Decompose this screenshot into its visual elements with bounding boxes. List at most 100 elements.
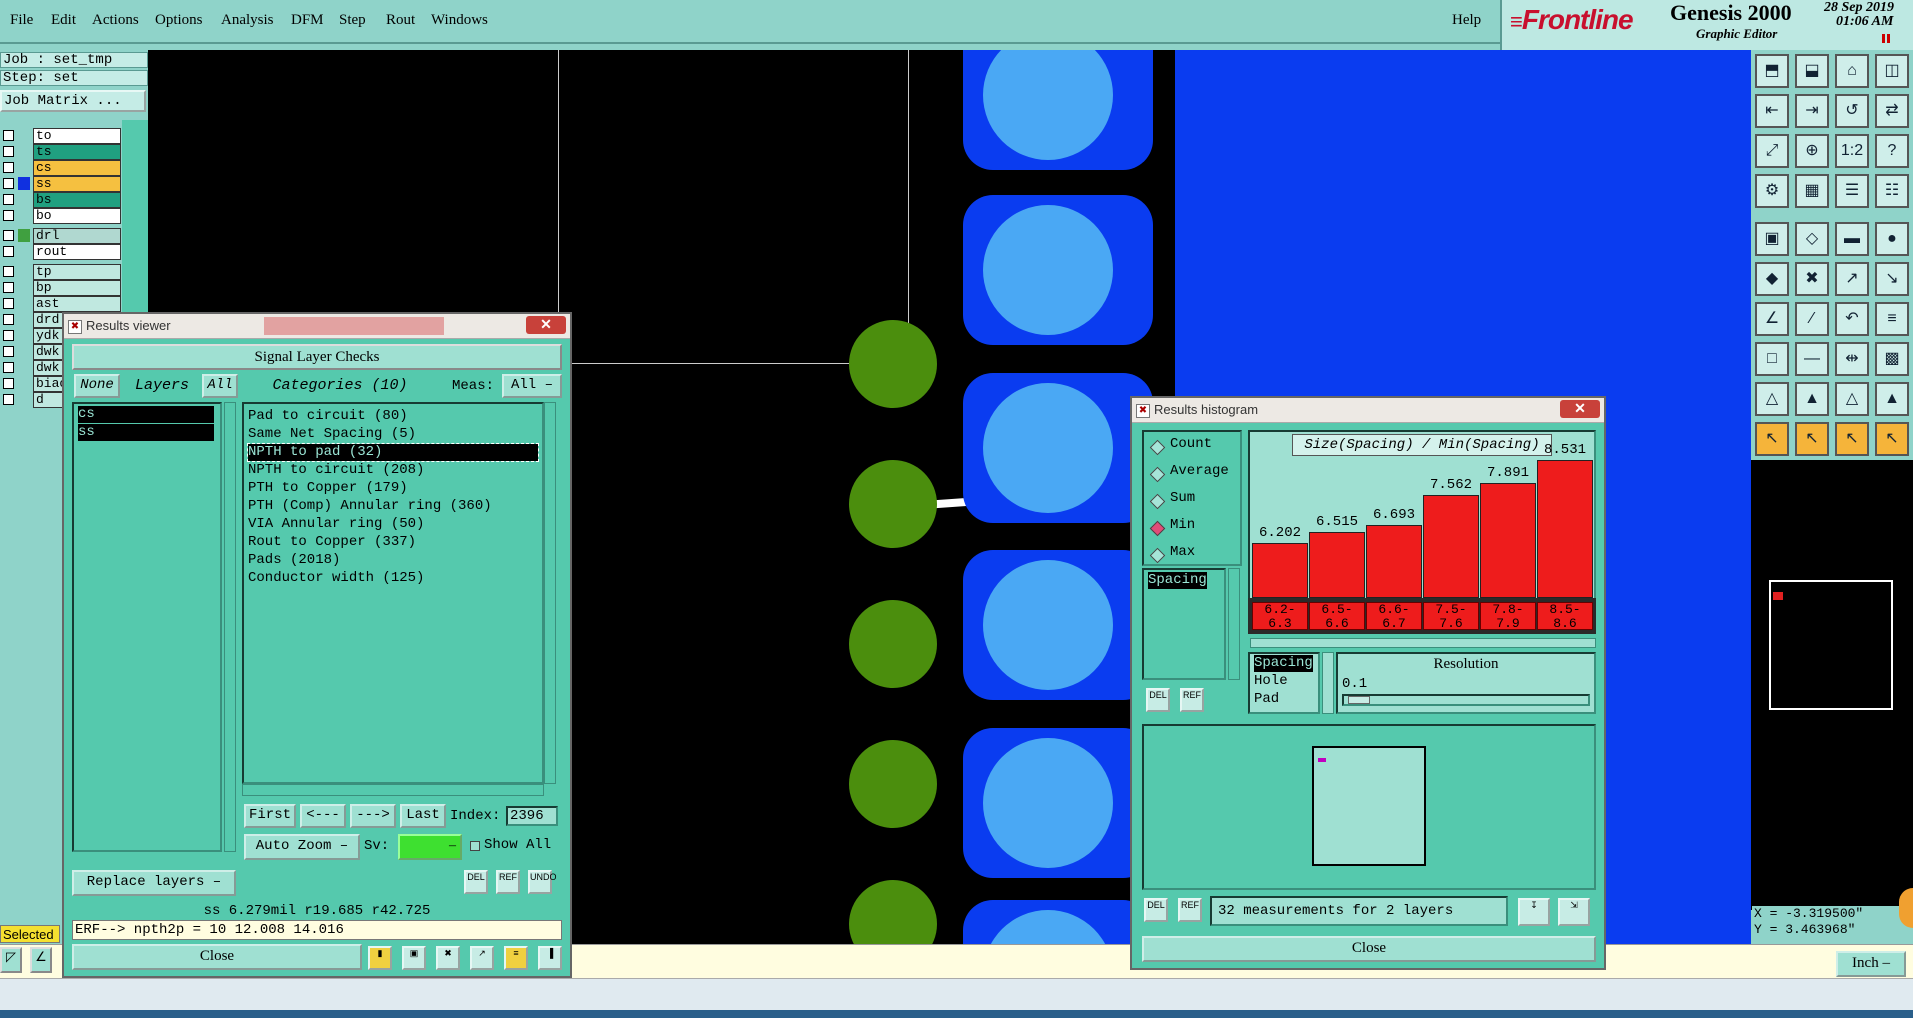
- layer-result-item[interactable]: cs: [78, 406, 214, 423]
- rotate-icon[interactable]: ↺: [1835, 94, 1869, 128]
- pattern-icon[interactable]: ▩: [1875, 342, 1909, 376]
- undo-icon[interactable]: UNDO: [528, 870, 557, 894]
- category-list[interactable]: Pad to circuit (80) Same Net Spacing (5) N…: [242, 402, 544, 784]
- layer-checkbox[interactable]: [3, 314, 14, 325]
- category-item[interactable]: Pad to circuit (80): [248, 408, 408, 425]
- layer-checkbox[interactable]: [3, 146, 14, 157]
- layer-name[interactable]: ast: [33, 296, 121, 312]
- pointer-move-icon[interactable]: ↖: [1835, 422, 1869, 456]
- ref-icon[interactable]: REF: [496, 870, 520, 894]
- line-icon[interactable]: ∕: [1795, 302, 1829, 336]
- arrow-ne-icon[interactable]: ↗: [1835, 262, 1869, 296]
- mode-radio-max[interactable]: [1149, 547, 1166, 564]
- ref-icon[interactable]: REF: [1180, 688, 1204, 712]
- layer-checkbox[interactable]: [3, 346, 14, 357]
- layer-checkbox[interactable]: [3, 194, 14, 205]
- layer-row-cs[interactable]: cs: [0, 160, 121, 176]
- layer-name[interactable]: to: [33, 128, 121, 144]
- histogram-icon[interactable]: ▐: [538, 946, 562, 970]
- last-button[interactable]: Last: [400, 804, 446, 828]
- dimension-icon[interactable]: ⇹: [1835, 342, 1869, 376]
- layer-checkbox[interactable]: [3, 394, 14, 405]
- delete-icon[interactable]: ✖: [1795, 262, 1829, 296]
- dash-icon[interactable]: —: [1795, 342, 1829, 376]
- layer-result-item[interactable]: ss: [78, 424, 214, 441]
- mode-radio-sum[interactable]: [1149, 493, 1166, 510]
- diamond-icon[interactable]: ◇: [1795, 222, 1829, 256]
- menu-edit[interactable]: Edit: [51, 12, 76, 29]
- ref-icon[interactable]: REF: [1178, 898, 1202, 922]
- none-button[interactable]: None: [74, 374, 120, 398]
- auto-zoom-selector[interactable]: Auto Zoom ‒: [244, 834, 360, 860]
- layer-results-list[interactable]: cs ss: [72, 402, 222, 852]
- measure-tool-icon[interactable]: ∠: [30, 947, 52, 973]
- layer-checkbox[interactable]: [3, 282, 14, 293]
- close-icon[interactable]: ✕: [1560, 400, 1600, 418]
- prev-button[interactable]: <---: [300, 804, 346, 828]
- mode-radio-count[interactable]: [1149, 439, 1166, 456]
- category-item[interactable]: NPTH to pad (32): [247, 443, 539, 462]
- layer-row-bs[interactable]: bs: [0, 192, 121, 208]
- layer-checkbox[interactable]: [3, 298, 14, 309]
- swap-icon[interactable]: ⇄: [1875, 94, 1909, 128]
- layer-name[interactable]: rout: [33, 244, 121, 260]
- layer-checkbox[interactable]: [3, 162, 14, 173]
- pointer-edit-icon[interactable]: ↖: [1875, 422, 1909, 456]
- arrow-se-icon[interactable]: ↘: [1875, 262, 1909, 296]
- layer-row-rout[interactable]: rout: [0, 244, 121, 260]
- triangle-alt-icon[interactable]: △: [1835, 382, 1869, 416]
- type-list[interactable]: Spacing Hole Pad: [1248, 652, 1320, 714]
- zoom-fit-icon[interactable]: ⤢: [1755, 134, 1789, 168]
- triangle-icon[interactable]: △: [1755, 382, 1789, 416]
- menu-step[interactable]: Step: [339, 12, 366, 29]
- redo-right-icon[interactable]: ⇥: [1795, 94, 1829, 128]
- del-icon[interactable]: DEL: [1146, 688, 1170, 712]
- layer-name[interactable]: bo: [33, 208, 121, 224]
- snap-icon[interactable]: ▣: [1755, 222, 1789, 256]
- undo-left-icon[interactable]: ⇤: [1755, 94, 1789, 128]
- layer-row-ss[interactable]: ss: [0, 176, 121, 192]
- sv-color-selector[interactable]: ‒: [398, 834, 462, 860]
- angle-icon[interactable]: ∠: [1755, 302, 1789, 336]
- layer-name[interactable]: tp: [33, 264, 121, 280]
- first-button[interactable]: First: [244, 804, 296, 828]
- layer-checkbox[interactable]: [3, 378, 14, 389]
- bar-icon[interactable]: ▬: [1835, 222, 1869, 256]
- histogram-titlebar[interactable]: ✖ Results histogram ✕: [1132, 398, 1604, 423]
- box-icon[interactable]: □: [1755, 342, 1789, 376]
- histogram-bar[interactable]: [1366, 525, 1422, 598]
- category-item[interactable]: Rout to Copper (337): [248, 534, 416, 551]
- help-icon[interactable]: ?: [1875, 134, 1909, 168]
- layer-checkbox[interactable]: [3, 210, 14, 221]
- histogram-bar[interactable]: [1480, 482, 1536, 598]
- arc-icon[interactable]: ↶: [1835, 302, 1869, 336]
- layer-row-bp[interactable]: bp: [0, 280, 121, 296]
- triangle-alt-fill-icon[interactable]: ▲: [1875, 382, 1909, 416]
- histogram-bar[interactable]: [1537, 460, 1593, 598]
- layer-name[interactable]: ss: [33, 176, 121, 192]
- circle-icon[interactable]: ●: [1875, 222, 1909, 256]
- list-item[interactable]: Pad: [1254, 691, 1279, 708]
- layer-row-to[interactable]: to: [0, 128, 121, 144]
- home-icon[interactable]: ⌂: [1835, 54, 1869, 88]
- meas-selector[interactable]: All ‒: [502, 374, 562, 398]
- category-item[interactable]: Same Net Spacing (5): [248, 426, 416, 443]
- layer-row-tp[interactable]: tp: [0, 264, 121, 280]
- category-item[interactable]: PTH (Comp) Annular ring (360): [248, 498, 492, 515]
- menu-options[interactable]: Options: [155, 12, 203, 29]
- chart-hscrollbar[interactable]: [1250, 638, 1596, 648]
- layer-checkbox[interactable]: [3, 130, 14, 141]
- job-matrix-button[interactable]: Job Matrix ...: [0, 90, 146, 112]
- type-list-scrollbar[interactable]: [1322, 652, 1334, 714]
- category-list-scrollbar[interactable]: [544, 402, 556, 784]
- units-selector[interactable]: Inch ‒: [1836, 951, 1906, 977]
- histogram-bar[interactable]: [1423, 494, 1479, 598]
- matrix-icon[interactable]: ☷: [1875, 174, 1909, 208]
- histogram-bar[interactable]: [1252, 542, 1308, 598]
- zoom-center-icon[interactable]: ⊕: [1795, 134, 1829, 168]
- scale-icon[interactable]: 1:2: [1835, 134, 1869, 168]
- layer-name[interactable]: bs: [33, 192, 121, 208]
- filter-icon[interactable]: ✖: [436, 946, 460, 970]
- export-icon[interactable]: ↗: [470, 946, 494, 970]
- category-item[interactable]: Conductor width (125): [248, 570, 424, 587]
